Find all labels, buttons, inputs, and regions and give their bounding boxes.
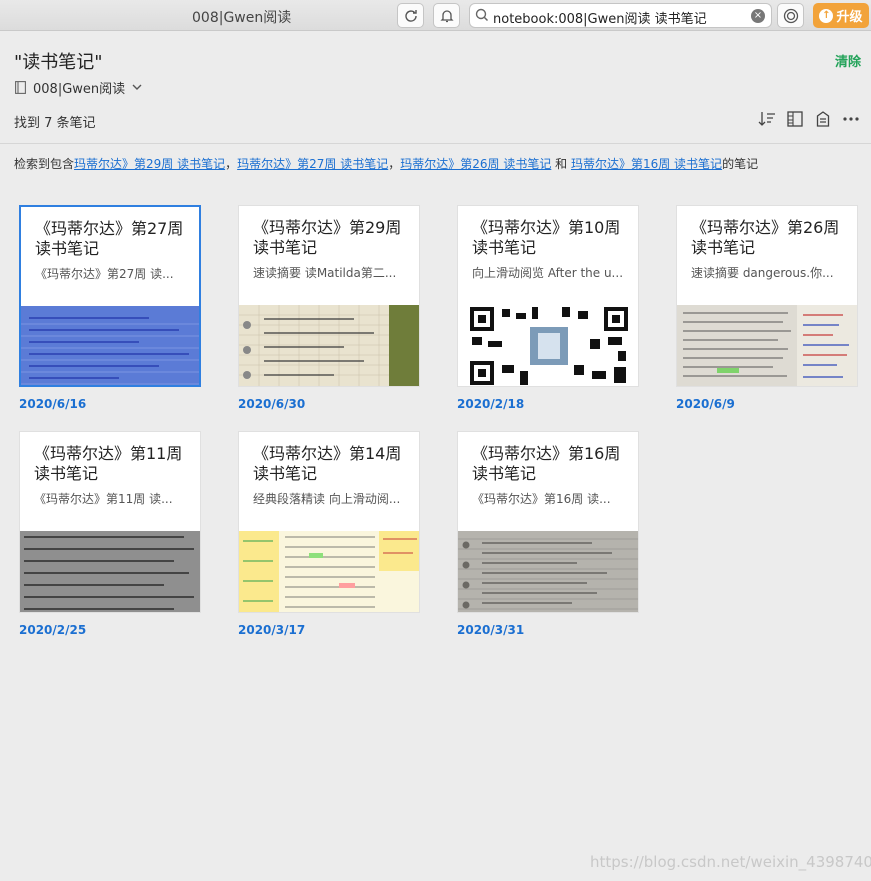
note-card[interactable]: 《玛蒂尔达》第14周 读书笔记 经典段落精读 向上滑动阅... <box>238 431 420 613</box>
note-thumbnail <box>21 306 199 385</box>
note-title: 《玛蒂尔达》第27周 读书笔记 <box>35 219 184 258</box>
notebook-selector[interactable]: 008|Gwen阅读 <box>15 78 142 97</box>
window-title: 008|Gwen阅读 <box>192 10 292 26</box>
more-icon <box>843 117 859 121</box>
note-card[interactable]: 《玛蒂尔达》第10周 读书笔记 向上滑动阅览 After the u... <box>457 205 639 387</box>
note-date: 2020/6/30 <box>238 397 306 411</box>
note-card[interactable]: 《玛蒂尔达》第11周 读书笔记 《玛蒂尔达》第11周 读... <box>19 431 201 613</box>
watermark: https://blog.csdn.net/weixin_43987408 <box>590 853 871 871</box>
info-sep: ， <box>388 157 401 171</box>
note-snippet: 《玛蒂尔达》第11周 读... <box>34 492 173 506</box>
note-thumbnail <box>239 305 419 386</box>
upgrade-button[interactable]: ↑ 升级 <box>813 3 869 28</box>
upgrade-label: 升级 <box>836 10 863 25</box>
sync-button[interactable] <box>397 3 424 28</box>
account-button[interactable] <box>777 3 804 28</box>
search-field[interactable]: notebook:008|Gwen阅读 读书笔记 × <box>469 3 772 28</box>
search-input[interactable]: notebook:008|Gwen阅读 读书笔记 <box>493 8 707 27</box>
search-icon <box>475 8 489 22</box>
note-thumbnail <box>20 531 200 612</box>
note-snippet: 向上滑动阅览 After the u... <box>472 266 624 280</box>
title-bar: 008|Gwen阅读 notebook:008|Gwen阅读 读书笔记 × ↑ … <box>0 0 871 31</box>
note-title: 《玛蒂尔达》第16周 读书笔记 <box>472 444 621 483</box>
note-link[interactable]: 玛蒂尔达》第16周 读书笔记 <box>571 157 722 171</box>
note-date: 2020/2/25 <box>19 623 87 637</box>
info-prefix: 检索到包含 <box>14 157 75 171</box>
view-layout-icon <box>787 111 803 127</box>
sort-button[interactable] <box>756 109 778 129</box>
page-title: "读书笔记" <box>14 52 103 73</box>
chevron-down-icon <box>132 84 142 90</box>
note-thumbnail <box>677 305 857 386</box>
note-card[interactable]: 《玛蒂尔达》第26周 读书笔记 速读摘要 dangerous.你... <box>676 205 858 387</box>
note-date: 2020/6/9 <box>676 397 735 411</box>
notebook-icon <box>15 81 26 94</box>
notebook-name: 008|Gwen阅读 <box>33 82 126 97</box>
note-link[interactable]: 玛蒂尔达》第26周 读书笔记 <box>400 157 551 171</box>
clear-search-icon[interactable]: × <box>751 9 765 23</box>
note-title: 《玛蒂尔达》第26周 读书笔记 <box>691 218 840 257</box>
divider <box>0 143 871 144</box>
note-link[interactable]: 玛蒂尔达》第27周 读书笔记 <box>237 157 388 171</box>
info-sep: ， <box>225 157 238 171</box>
search-info: 检索到包含玛蒂尔达》第29周 读书笔记，玛蒂尔达》第27周 读书笔记，玛蒂尔达》… <box>14 155 758 172</box>
note-date: 2020/3/31 <box>457 623 525 637</box>
account-icon <box>783 8 798 23</box>
note-date: 2020/2/18 <box>457 397 525 411</box>
more-button[interactable] <box>840 109 862 129</box>
note-snippet: 速读摘要 dangerous.你... <box>691 266 834 280</box>
result-count: 找到 7 条笔记 <box>14 116 96 131</box>
shortcut-icon <box>816 111 830 127</box>
note-snippet: 《玛蒂尔达》第16周 读... <box>472 492 611 506</box>
upgrade-icon: ↑ <box>819 8 834 23</box>
clear-button[interactable]: 清除 <box>835 51 861 70</box>
info-sep: 和 <box>551 157 571 171</box>
note-title: 《玛蒂尔达》第10周 读书笔记 <box>472 218 621 257</box>
note-title: 《玛蒂尔达》第11周 读书笔记 <box>34 444 183 483</box>
view-button[interactable] <box>784 109 806 129</box>
bell-icon <box>439 9 454 22</box>
save-search-button[interactable] <box>812 109 834 129</box>
note-snippet: 《玛蒂尔达》第27周 读... <box>35 267 174 281</box>
note-card[interactable]: 《玛蒂尔达》第29周 读书笔记 速读摘要 读Matilda第二... <box>238 205 420 387</box>
note-thumbnail <box>458 305 638 386</box>
note-date: 2020/3/17 <box>238 623 306 637</box>
note-date: 2020/6/16 <box>19 397 87 411</box>
sort-icon <box>758 112 775 126</box>
sync-icon <box>404 9 417 22</box>
note-thumbnail <box>458 531 638 612</box>
note-link[interactable]: 玛蒂尔达》第29周 读书笔记 <box>74 157 225 171</box>
note-card[interactable]: 《玛蒂尔达》第27周 读书笔记 《玛蒂尔达》第27周 读... <box>19 205 201 387</box>
note-snippet: 速读摘要 读Matilda第二... <box>253 266 397 280</box>
info-suffix: 的笔记 <box>722 157 759 171</box>
note-title: 《玛蒂尔达》第29周 读书笔记 <box>253 218 402 257</box>
note-thumbnail <box>239 531 419 612</box>
notifications-button[interactable] <box>433 3 460 28</box>
note-card[interactable]: 《玛蒂尔达》第16周 读书笔记 《玛蒂尔达》第16周 读... <box>457 431 639 613</box>
note-snippet: 经典段落精读 向上滑动阅... <box>253 492 401 506</box>
note-title: 《玛蒂尔达》第14周 读书笔记 <box>253 444 402 483</box>
